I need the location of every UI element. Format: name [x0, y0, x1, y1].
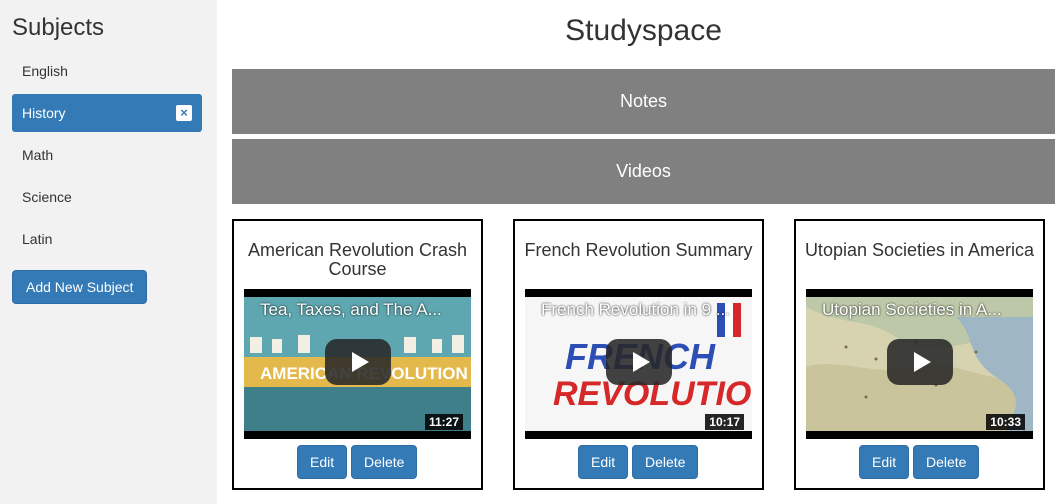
- video-title: French Revolution in 9 ...: [541, 300, 730, 319]
- video-thumbnail[interactable]: Utopian Societies in A... 10:33: [806, 289, 1033, 439]
- videos-section-bar[interactable]: Videos: [232, 139, 1055, 204]
- play-icon[interactable]: [887, 339, 953, 385]
- delete-button[interactable]: Delete: [632, 445, 699, 479]
- video-title: Tea, Taxes, and The A...: [260, 300, 442, 319]
- subject-label: Latin: [22, 231, 53, 247]
- video-card-title: American Revolution Crash Course: [247, 240, 468, 279]
- video-duration: 10:33: [986, 414, 1025, 430]
- page-title: Studyspace: [565, 14, 722, 47]
- video-thumbnail[interactable]: FRENCH REVOLUTION French Revolution in 9…: [525, 289, 752, 439]
- video-thumbnail[interactable]: AMERICAN REVOLUTION Tea, Taxes, and The …: [244, 289, 471, 439]
- video-card-title: Utopian Societies in America: [804, 240, 1035, 260]
- subject-math[interactable]: Math: [12, 136, 202, 174]
- close-icon[interactable]: ×: [176, 105, 192, 121]
- subject-latin[interactable]: Latin: [12, 220, 202, 258]
- video-card: American Revolution Crash Course AMERICA…: [232, 219, 483, 490]
- edit-button[interactable]: Edit: [297, 445, 348, 479]
- edit-button[interactable]: Edit: [578, 445, 629, 479]
- video-title: Utopian Societies in A...: [822, 300, 1002, 319]
- subject-label: Math: [22, 147, 54, 163]
- subject-science[interactable]: Science: [12, 178, 202, 216]
- sidebar-title: Subjects: [12, 14, 105, 41]
- subject-history[interactable]: History ×: [12, 94, 202, 132]
- video-card-title: French Revolution Summary: [524, 240, 753, 260]
- subject-label: History: [22, 105, 66, 121]
- notes-section-bar[interactable]: Notes: [232, 69, 1055, 134]
- video-card: Utopian Societies in America Utopian Soc…: [794, 219, 1045, 490]
- video-duration: 11:27: [424, 414, 463, 430]
- video-card: French Revolution Summary FRENCH REVOLUT…: [513, 219, 764, 490]
- add-subject-button[interactable]: Add New Subject: [12, 270, 148, 304]
- subject-label: English: [22, 63, 68, 79]
- sidebar: Subjects English History × Math Science …: [0, 0, 217, 504]
- play-icon[interactable]: [606, 339, 672, 385]
- delete-button[interactable]: Delete: [913, 445, 980, 479]
- subject-label: Science: [22, 189, 72, 205]
- play-icon[interactable]: [325, 339, 391, 385]
- edit-button[interactable]: Edit: [859, 445, 910, 479]
- video-duration: 10:17: [705, 414, 744, 430]
- delete-button[interactable]: Delete: [351, 445, 418, 479]
- subject-english[interactable]: English: [12, 52, 202, 90]
